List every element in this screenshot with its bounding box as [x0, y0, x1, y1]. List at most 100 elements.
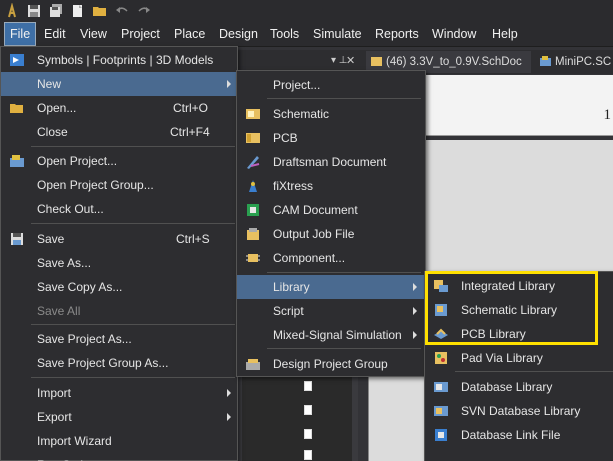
submenu-arrow-icon: [413, 331, 417, 339]
menu-separator: [31, 324, 235, 325]
file-open-project[interactable]: Open Project...: [1, 149, 237, 173]
save-icon: [11, 233, 23, 245]
new-component[interactable]: Component...: [237, 246, 425, 270]
pcb-icon: [246, 133, 260, 143]
save-all-icon[interactable]: [48, 3, 64, 19]
new-cam-document[interactable]: CAM Document: [237, 198, 425, 222]
integrated-library-icon: [434, 280, 448, 292]
new-script[interactable]: Script: [237, 299, 425, 323]
quick-access-toolbar: [0, 0, 613, 22]
file-open[interactable]: Open... Ctrl+O: [1, 96, 237, 120]
menu-simulate[interactable]: Simulate: [308, 22, 367, 46]
save-icon[interactable]: [26, 3, 42, 19]
new-submenu: Project... Schematic PCB Draftsman Docum…: [236, 70, 426, 377]
library-database[interactable]: Database Library: [425, 375, 613, 399]
file-import-wizard[interactable]: Import Wizard: [1, 429, 237, 453]
schdoc-icon: [371, 57, 382, 66]
library-schematic[interactable]: Schematic Library: [425, 298, 613, 322]
library-integrated[interactable]: Integrated Library: [425, 274, 613, 298]
new-schematic[interactable]: Schematic: [237, 102, 425, 126]
file-open-project-group[interactable]: Open Project Group...: [1, 173, 237, 197]
new-draftsman-document[interactable]: Draftsman Document: [237, 150, 425, 174]
submenu-arrow-icon: [413, 283, 417, 291]
undo-icon[interactable]: [114, 3, 130, 19]
menu-window[interactable]: Window: [427, 22, 481, 46]
file-save-project-group-as[interactable]: Save Project Group As...: [1, 351, 237, 375]
file-check-out[interactable]: Check Out...: [1, 197, 237, 221]
menu-separator: [31, 223, 235, 224]
menu-reports[interactable]: Reports: [370, 22, 424, 46]
library-pad-via[interactable]: Pad Via Library: [425, 346, 613, 370]
submenu-arrow-icon: [227, 413, 231, 421]
close-panel-icon[interactable]: ✕: [346, 54, 355, 67]
menu-separator: [267, 98, 421, 99]
tab-schdoc-label: (46) 3.3V_to_0.9V.SchDoc: [386, 56, 522, 68]
menu-tools[interactable]: Tools: [265, 22, 304, 46]
altium-window: File Edit View Project Place Design Tool…: [0, 0, 613, 461]
file-save-all[interactable]: Save All: [1, 299, 237, 323]
schematic-library-icon: [435, 304, 447, 316]
submenu-arrow-icon: [413, 307, 417, 315]
file-close[interactable]: Close Ctrl+F4: [1, 120, 237, 144]
app-logo-icon: [8, 3, 16, 18]
library-svn-database[interactable]: SVN Database Library: [425, 399, 613, 423]
open-folder-icon: [10, 104, 23, 113]
file-run-script[interactable]: Run Script...: [1, 453, 237, 461]
menu-design[interactable]: Design: [214, 22, 263, 46]
menu-separator: [455, 371, 613, 372]
menu-place[interactable]: Place: [169, 22, 210, 46]
file-import[interactable]: Import: [1, 381, 237, 405]
menu-separator: [267, 272, 421, 273]
submenu-arrow-icon: [227, 389, 231, 397]
file-save-copy-as[interactable]: Save Copy As...: [1, 275, 237, 299]
pad-via-library-icon: [435, 352, 447, 364]
svn-database-library-icon: [434, 406, 448, 416]
new-project[interactable]: Project...: [237, 73, 425, 97]
project-icon: [540, 56, 551, 66]
file-icon: [304, 450, 312, 460]
cam-icon: [247, 204, 259, 216]
menu-view[interactable]: View: [75, 22, 112, 46]
tab-minipc-label: MiniPC.SC: [555, 56, 612, 68]
menu-project[interactable]: Project: [116, 22, 165, 46]
file-symbols-footprints[interactable]: Symbols | Footprints | 3D Models: [1, 48, 237, 72]
new-design-project-group[interactable]: Design Project Group: [237, 352, 425, 376]
sheet-border-number: 1: [603, 107, 612, 123]
new-mixed-signal-simulation[interactable]: Mixed-Signal Simulation: [237, 323, 425, 347]
new-output-job-file[interactable]: Output Job File: [237, 222, 425, 246]
file-icon: [304, 405, 312, 415]
menu-file[interactable]: File: [4, 22, 37, 46]
open-document-icon[interactable]: [70, 3, 86, 19]
menu-help[interactable]: Help: [487, 22, 523, 46]
tab-minipc[interactable]: MiniPC.SC: [535, 51, 613, 73]
menu-separator: [267, 348, 421, 349]
library-pcb[interactable]: PCB Library: [425, 322, 613, 346]
symbols-icon: [10, 54, 24, 66]
file-new[interactable]: New: [1, 72, 237, 96]
file-list-panel: [242, 370, 352, 461]
menu-edit[interactable]: Edit: [39, 22, 71, 46]
fixtress-icon: [249, 180, 257, 192]
open-folder-icon[interactable]: [92, 3, 108, 19]
redo-icon[interactable]: [136, 3, 152, 19]
output-job-icon: [247, 228, 259, 240]
menu-separator: [31, 146, 235, 147]
new-pcb[interactable]: PCB: [237, 126, 425, 150]
new-fixtress[interactable]: fiXtress: [237, 174, 425, 198]
file-save-project-as[interactable]: Save Project As...: [1, 327, 237, 351]
file-save-as[interactable]: Save As...: [1, 251, 237, 275]
submenu-arrow-icon: [227, 80, 231, 88]
new-library[interactable]: Library: [237, 275, 425, 299]
menu-separator: [31, 377, 235, 378]
schematic-icon: [246, 109, 260, 119]
library-submenu: Integrated Library Schematic Library PCB…: [424, 271, 613, 461]
open-project-icon: [10, 155, 24, 167]
menu-bar: File Edit View Project Place Design Tool…: [0, 22, 613, 47]
project-group-icon: [246, 359, 260, 370]
library-database-link-file[interactable]: Database Link File: [425, 423, 613, 447]
file-icon: [304, 429, 312, 439]
database-library-icon: [434, 382, 448, 392]
file-export[interactable]: Export: [1, 405, 237, 429]
draftsman-icon: [247, 156, 260, 169]
file-save[interactable]: Save Ctrl+S: [1, 227, 237, 251]
